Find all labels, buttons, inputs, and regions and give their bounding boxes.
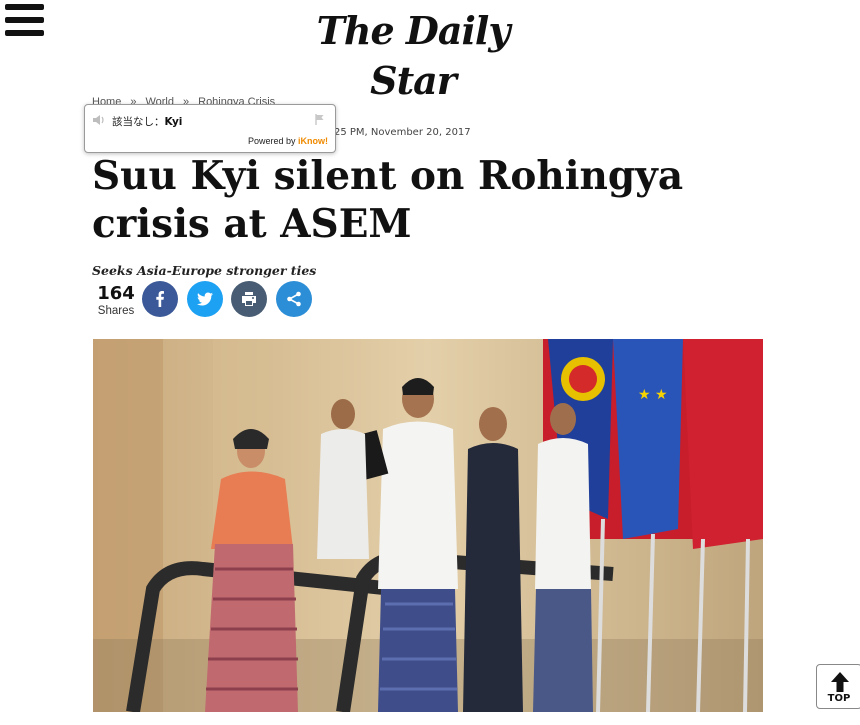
iknow-brand[interactable]: iKnow! xyxy=(298,136,328,146)
site-logo[interactable]: The Daily Star xyxy=(283,6,543,103)
powered-by-label: Powered by xyxy=(247,136,296,146)
share-button[interactable] xyxy=(276,281,312,317)
facebook-icon xyxy=(156,291,164,307)
twitter-icon xyxy=(197,292,213,306)
print-button[interactable] xyxy=(231,281,267,317)
back-to-top-button[interactable]: TOP xyxy=(816,664,860,709)
twitter-share-button[interactable] xyxy=(187,281,223,317)
popup-word: Kyi xyxy=(164,116,183,128)
facebook-share-button[interactable] xyxy=(142,281,178,317)
share-count: 164 Shares xyxy=(95,284,137,318)
popup-no-match-label: 該当なし： xyxy=(112,116,165,128)
share-count-number: 164 xyxy=(97,283,135,304)
article-photo: ★ ★ xyxy=(93,339,763,712)
share-count-label: Shares xyxy=(97,305,135,317)
flag-icon[interactable] xyxy=(315,114,325,125)
speaker-icon[interactable] xyxy=(92,114,106,126)
article-headline: Suu Kyi silent on Rohingya crisis at ASE… xyxy=(92,153,684,247)
share-icon xyxy=(287,291,301,307)
popup-powered-by: Powered by iKnow! xyxy=(248,136,328,146)
article-photo-image: ★ ★ xyxy=(93,339,763,712)
arrow-up-icon xyxy=(831,672,849,692)
svg-text:★ ★: ★ ★ xyxy=(638,387,668,403)
print-icon xyxy=(242,292,256,306)
dictionary-popup: 該当なし：Kyi Powered by iKnow! xyxy=(84,104,336,153)
article-subhead: Seeks Asia-Europe stronger ties xyxy=(92,263,317,278)
popup-word-line: 該当なし：Kyi xyxy=(112,114,182,129)
hamburger-menu-icon[interactable] xyxy=(5,4,45,36)
back-to-top-label: TOP xyxy=(827,693,851,704)
